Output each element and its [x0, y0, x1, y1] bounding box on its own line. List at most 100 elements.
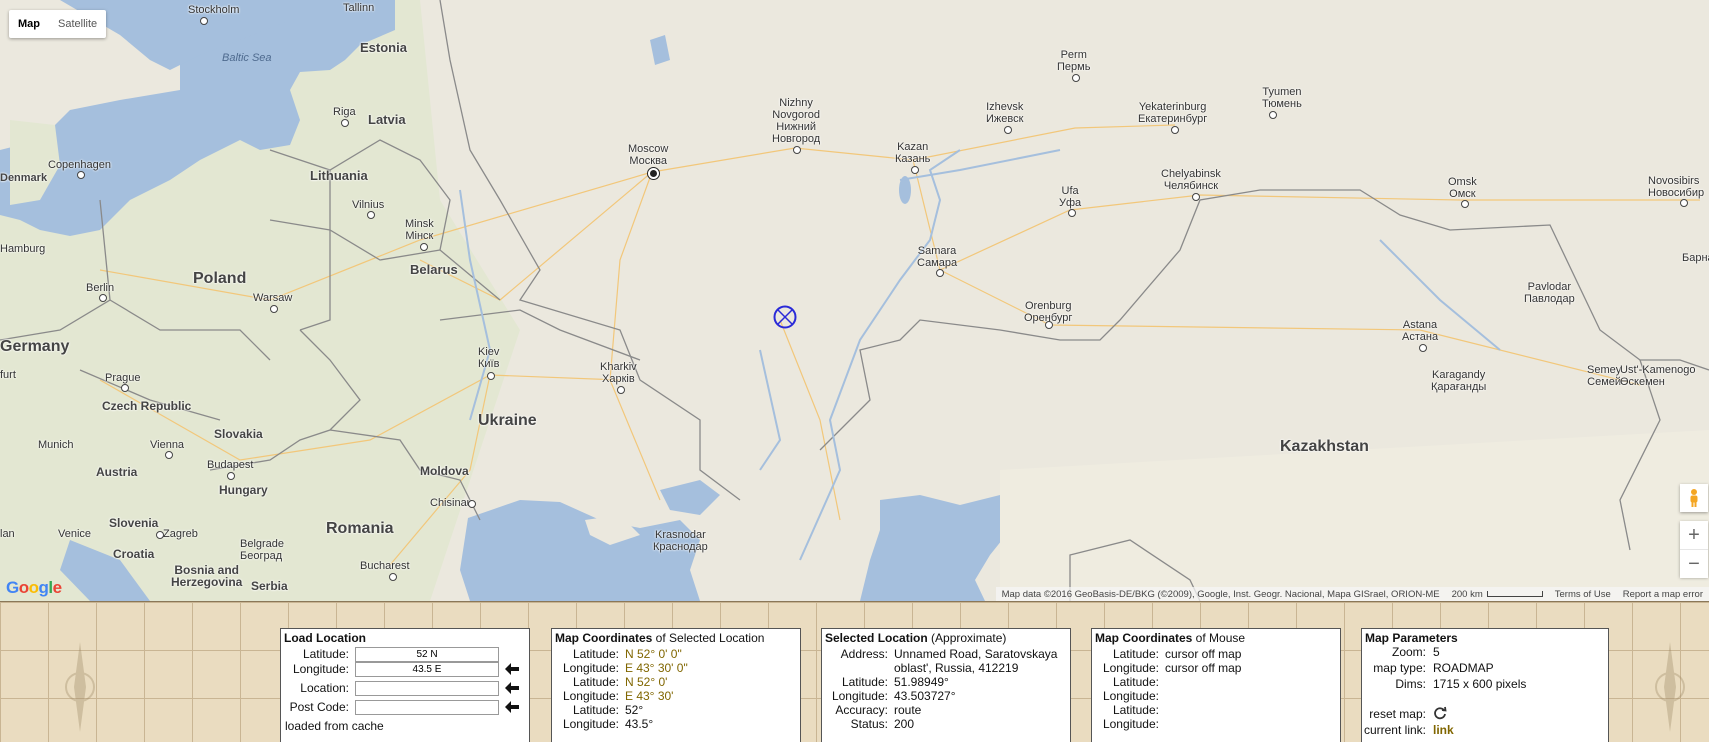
- label-poland: Poland: [193, 270, 247, 287]
- reset-map-refresh-icon[interactable]: [1433, 706, 1447, 723]
- label-kazakhstan: Kazakhstan: [1280, 438, 1369, 455]
- location-label: Location:: [300, 681, 349, 695]
- label-minsk: Minsk Мінск: [405, 218, 434, 242]
- city-dot: [389, 573, 397, 581]
- label-ukraine: Ukraine: [478, 412, 537, 429]
- city-dot: [1072, 74, 1080, 82]
- status-value: 200: [894, 717, 915, 731]
- label-karagandy: Karagandy Қарағанды: [1431, 369, 1487, 393]
- load-location-arrow-icon[interactable]: [505, 682, 519, 694]
- longitude-input[interactable]: [355, 662, 499, 677]
- city-dot: [617, 386, 625, 394]
- label-czech: Czech Republic: [102, 399, 192, 413]
- terms-of-use-link[interactable]: Terms of Use: [1549, 589, 1617, 600]
- map-type-map-button[interactable]: Map: [9, 10, 49, 38]
- label-estonia: Estonia: [360, 40, 407, 55]
- map-type-satellite-button[interactable]: Satellite: [49, 10, 106, 38]
- street-view-pegman-icon[interactable]: [1680, 484, 1708, 512]
- label-belarus: Belarus: [410, 262, 458, 277]
- label-denmark: Denmark: [0, 172, 48, 184]
- accuracy-label: Accuracy:: [835, 703, 888, 717]
- coord-value: N 52° 0': [625, 675, 668, 689]
- zoom-out-button[interactable]: −: [1680, 550, 1708, 578]
- map-parameters-panel: Map Parameters Zoom: 5 map type: ROADMAP D…: [1361, 628, 1609, 742]
- label-lithuania: Lithuania: [310, 168, 368, 183]
- report-map-error-link[interactable]: Report a map error: [1617, 589, 1709, 600]
- postcode-input[interactable]: [355, 700, 499, 715]
- map-scale[interactable]: 200 km: [1446, 589, 1549, 600]
- label-pavlodar: Pavlodar Павлодар: [1524, 281, 1575, 305]
- coord-label: Longitude:: [562, 661, 619, 675]
- label-chisinau: Chisinau: [430, 497, 473, 509]
- zoom-in-button[interactable]: +: [1680, 521, 1708, 550]
- load-status-text: loaded from cache: [285, 719, 384, 733]
- current-link-label: current link:: [1363, 723, 1426, 737]
- label-nizhny: Nizhny Novgorod Нижний Новгород: [772, 97, 821, 145]
- city-dot: [1461, 200, 1469, 208]
- reset-map-label: reset map:: [1369, 707, 1426, 721]
- map-type-label: map type:: [1373, 661, 1426, 675]
- label-budapest: Budapest: [207, 459, 254, 471]
- label-baltic-sea: Baltic Sea: [222, 52, 272, 64]
- label-tallinn: Tallinn: [343, 2, 375, 14]
- latitude-input[interactable]: [355, 647, 499, 662]
- coord-label: Longitude:: [562, 717, 619, 731]
- mouse-coord-label: Longitude:: [1102, 717, 1159, 731]
- city-dot: [1171, 126, 1179, 134]
- city-dot: [793, 146, 801, 154]
- mouse-coord-label: Latitude:: [1112, 703, 1159, 717]
- address-value-line1: Unnamed Road, Saratovskaya: [894, 647, 1058, 661]
- label-kazan: Kazan Казань: [895, 141, 931, 165]
- label-zagreb: Zagreb: [163, 528, 198, 540]
- map-attribution: Map data ©2016 GeoBasis-DE/BKG (©2009), …: [995, 587, 1709, 601]
- label-furt: furt: [0, 369, 16, 381]
- coord-label: Latitude:: [572, 647, 619, 661]
- address-value-line2: oblast', Russia, 412219: [894, 661, 1019, 675]
- info-panels: Load Location Latitude: Longitude: Locat…: [0, 602, 1709, 742]
- label-samara: Samara Самара: [917, 245, 958, 269]
- label-belgrade: Belgrade Београд: [240, 538, 285, 562]
- label-germany: Germany: [0, 338, 70, 355]
- map-type-control: Map Satellite: [9, 10, 107, 38]
- latitude-label: Latitude:: [841, 675, 888, 689]
- coord-value: N 52° 0' 0": [625, 647, 682, 661]
- map-canvas[interactable]: Stockholm Tallinn Estonia Baltic Sea Rig…: [0, 0, 1709, 602]
- map-coordinates-selected-panel: Map Coordinates of Selected Location Lat…: [551, 628, 801, 742]
- coord-value: E 43° 30': [625, 689, 674, 703]
- load-coordinates-arrow-icon[interactable]: [505, 663, 519, 675]
- label-romania: Romania: [326, 520, 394, 537]
- map-coordinates-mouse-panel: Map Coordinates of Mouse Latitude: cursor…: [1091, 628, 1341, 742]
- label-hungary: Hungary: [219, 483, 268, 497]
- map-coordinates-selected-title: Map Coordinates of Selected Location: [555, 631, 765, 645]
- coord-label: Longitude:: [562, 689, 619, 703]
- label-munich: Munich: [38, 439, 74, 451]
- selected-location-marker-icon[interactable]: [773, 305, 797, 329]
- location-input[interactable]: [355, 681, 499, 696]
- load-location-panel: Load Location Latitude: Longitude: Locat…: [280, 628, 530, 742]
- mouse-coord-label: Latitude:: [1112, 675, 1159, 689]
- latitude-value: 51.98949°: [894, 675, 949, 689]
- zoom-control: + −: [1680, 521, 1708, 578]
- label-bosnia: Bosnia and Herzegovina: [171, 563, 243, 589]
- city-dot: [99, 294, 107, 302]
- coord-value: 52°: [625, 703, 644, 717]
- status-label: Status:: [850, 717, 888, 731]
- coord-value: 43.5°: [625, 717, 654, 731]
- load-postcode-arrow-icon[interactable]: [505, 701, 519, 713]
- label-izhevsk: Izhevsk Ижевск: [986, 101, 1024, 125]
- coord-value: E 43° 30' 0": [625, 661, 688, 675]
- google-logo[interactable]: Google: [6, 578, 62, 598]
- label-vienna: Vienna: [150, 439, 185, 451]
- label-barna: Барна: [1682, 252, 1709, 264]
- zoom-label: Zoom:: [1391, 645, 1426, 659]
- accuracy-value: route: [894, 703, 922, 717]
- map-parameters-title: Map Parameters: [1365, 631, 1458, 645]
- city-dot: [936, 269, 944, 277]
- capital-dot: [648, 168, 659, 179]
- current-link[interactable]: link: [1433, 723, 1454, 737]
- load-location-title: Load Location: [284, 631, 366, 645]
- city-dot: [165, 451, 173, 459]
- longitude-label: Longitude:: [831, 689, 888, 703]
- label-novosibirsk: Novosibirs Новосибир: [1648, 175, 1705, 199]
- city-dot: [1068, 209, 1076, 217]
